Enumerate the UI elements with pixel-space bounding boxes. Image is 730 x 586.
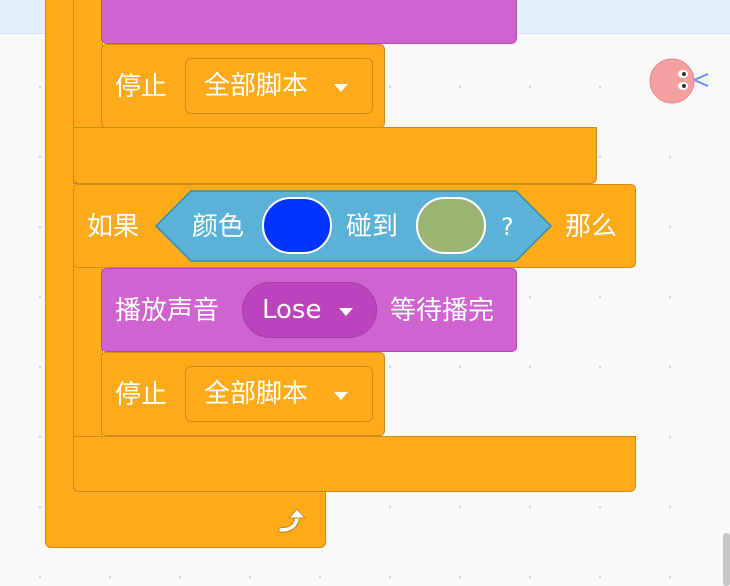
- stop-label: 停止: [115, 72, 168, 102]
- wait-until-done-label: 等待播完: [390, 296, 495, 326]
- stop-label: 停止: [115, 380, 168, 410]
- color-label: 颜色: [192, 212, 245, 242]
- stop-option-dropdown[interactable]: 全部脚本: [185, 58, 373, 114]
- if-block-1-bottom[interactable]: [73, 127, 597, 184]
- chevron-down-icon: [339, 308, 353, 316]
- outer-loop-block[interactable]: [45, 0, 76, 548]
- sprite-face-icon[interactable]: [646, 57, 710, 107]
- play-sound-block[interactable]: 播放声音 Lose 等待播完: [101, 268, 517, 352]
- loop-arrow-icon: [278, 508, 307, 533]
- touch-label: 碰到: [346, 212, 399, 242]
- then-label: 那么: [565, 212, 618, 242]
- vertical-scrollbar[interactable]: [723, 533, 730, 586]
- stop-block-1[interactable]: 停止 全部脚本: [101, 44, 385, 128]
- color-swatch-1[interactable]: [262, 197, 332, 254]
- sound-name: Lose: [262, 295, 322, 325]
- stop-option-text: 全部脚本: [204, 379, 309, 409]
- sound-dropdown[interactable]: Lose: [242, 282, 377, 338]
- sound-block-top[interactable]: [101, 0, 517, 44]
- color-swatch-2[interactable]: [416, 197, 486, 254]
- if-label: 如果: [87, 212, 140, 242]
- chevron-down-icon: [334, 84, 348, 92]
- stop-block-2[interactable]: 停止 全部脚本: [101, 352, 385, 436]
- chevron-down-icon: [334, 392, 348, 400]
- stop-option-dropdown[interactable]: 全部脚本: [185, 366, 373, 422]
- stop-option-text: 全部脚本: [204, 71, 309, 101]
- if-block-2-bottom[interactable]: [73, 436, 636, 492]
- play-sound-label: 播放声音: [115, 296, 220, 326]
- question-mark: ?: [501, 213, 514, 241]
